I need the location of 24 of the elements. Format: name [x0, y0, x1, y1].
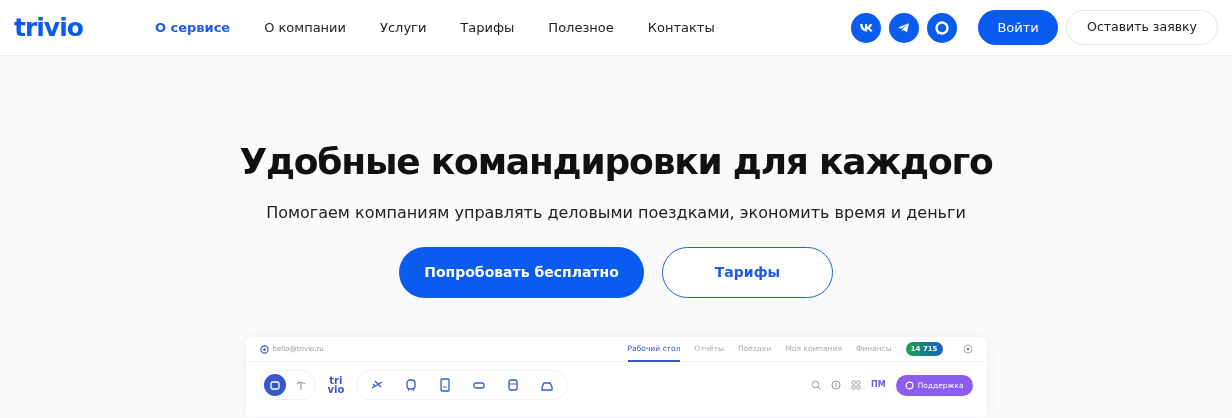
hotel-icon[interactable]: [438, 378, 453, 393]
login-button[interactable]: Войти: [978, 10, 1059, 45]
nav-link[interactable]: О сервисе: [154, 17, 231, 38]
calendar-icon[interactable]: [263, 374, 286, 397]
logo[interactable]: trivio: [14, 15, 83, 40]
nav-link[interactable]: Контакты: [647, 17, 715, 38]
at-icon: [259, 344, 269, 354]
search-icon[interactable]: [811, 380, 821, 391]
nav-link[interactable]: Услуги: [380, 17, 427, 38]
info-icon[interactable]: [831, 380, 841, 391]
hero-subtitle: Помогаем компаниям управлять деловыми поездками, экономить время и деньги: [265, 202, 967, 225]
nav-link[interactable]: О компании: [264, 17, 346, 38]
request-button[interactable]: Оставить заявку: [1066, 10, 1218, 45]
try-free-button[interactable]: Попробовать бесплатно: [399, 247, 644, 299]
app-logo[interactable]: tri vio: [327, 376, 345, 395]
nav-link[interactable]: Полезное: [548, 17, 614, 38]
telegram-icon[interactable]: [889, 12, 920, 43]
bus-icon[interactable]: [506, 378, 521, 393]
pricing-button[interactable]: Тарифы: [662, 247, 833, 299]
user-initials[interactable]: ПМ: [871, 379, 886, 392]
vk-icon[interactable]: [851, 12, 882, 43]
hero-title: Удобные командировки для каждого: [238, 140, 994, 184]
train-icon[interactable]: [404, 378, 419, 393]
nav-link[interactable]: Тарифы: [460, 17, 515, 38]
